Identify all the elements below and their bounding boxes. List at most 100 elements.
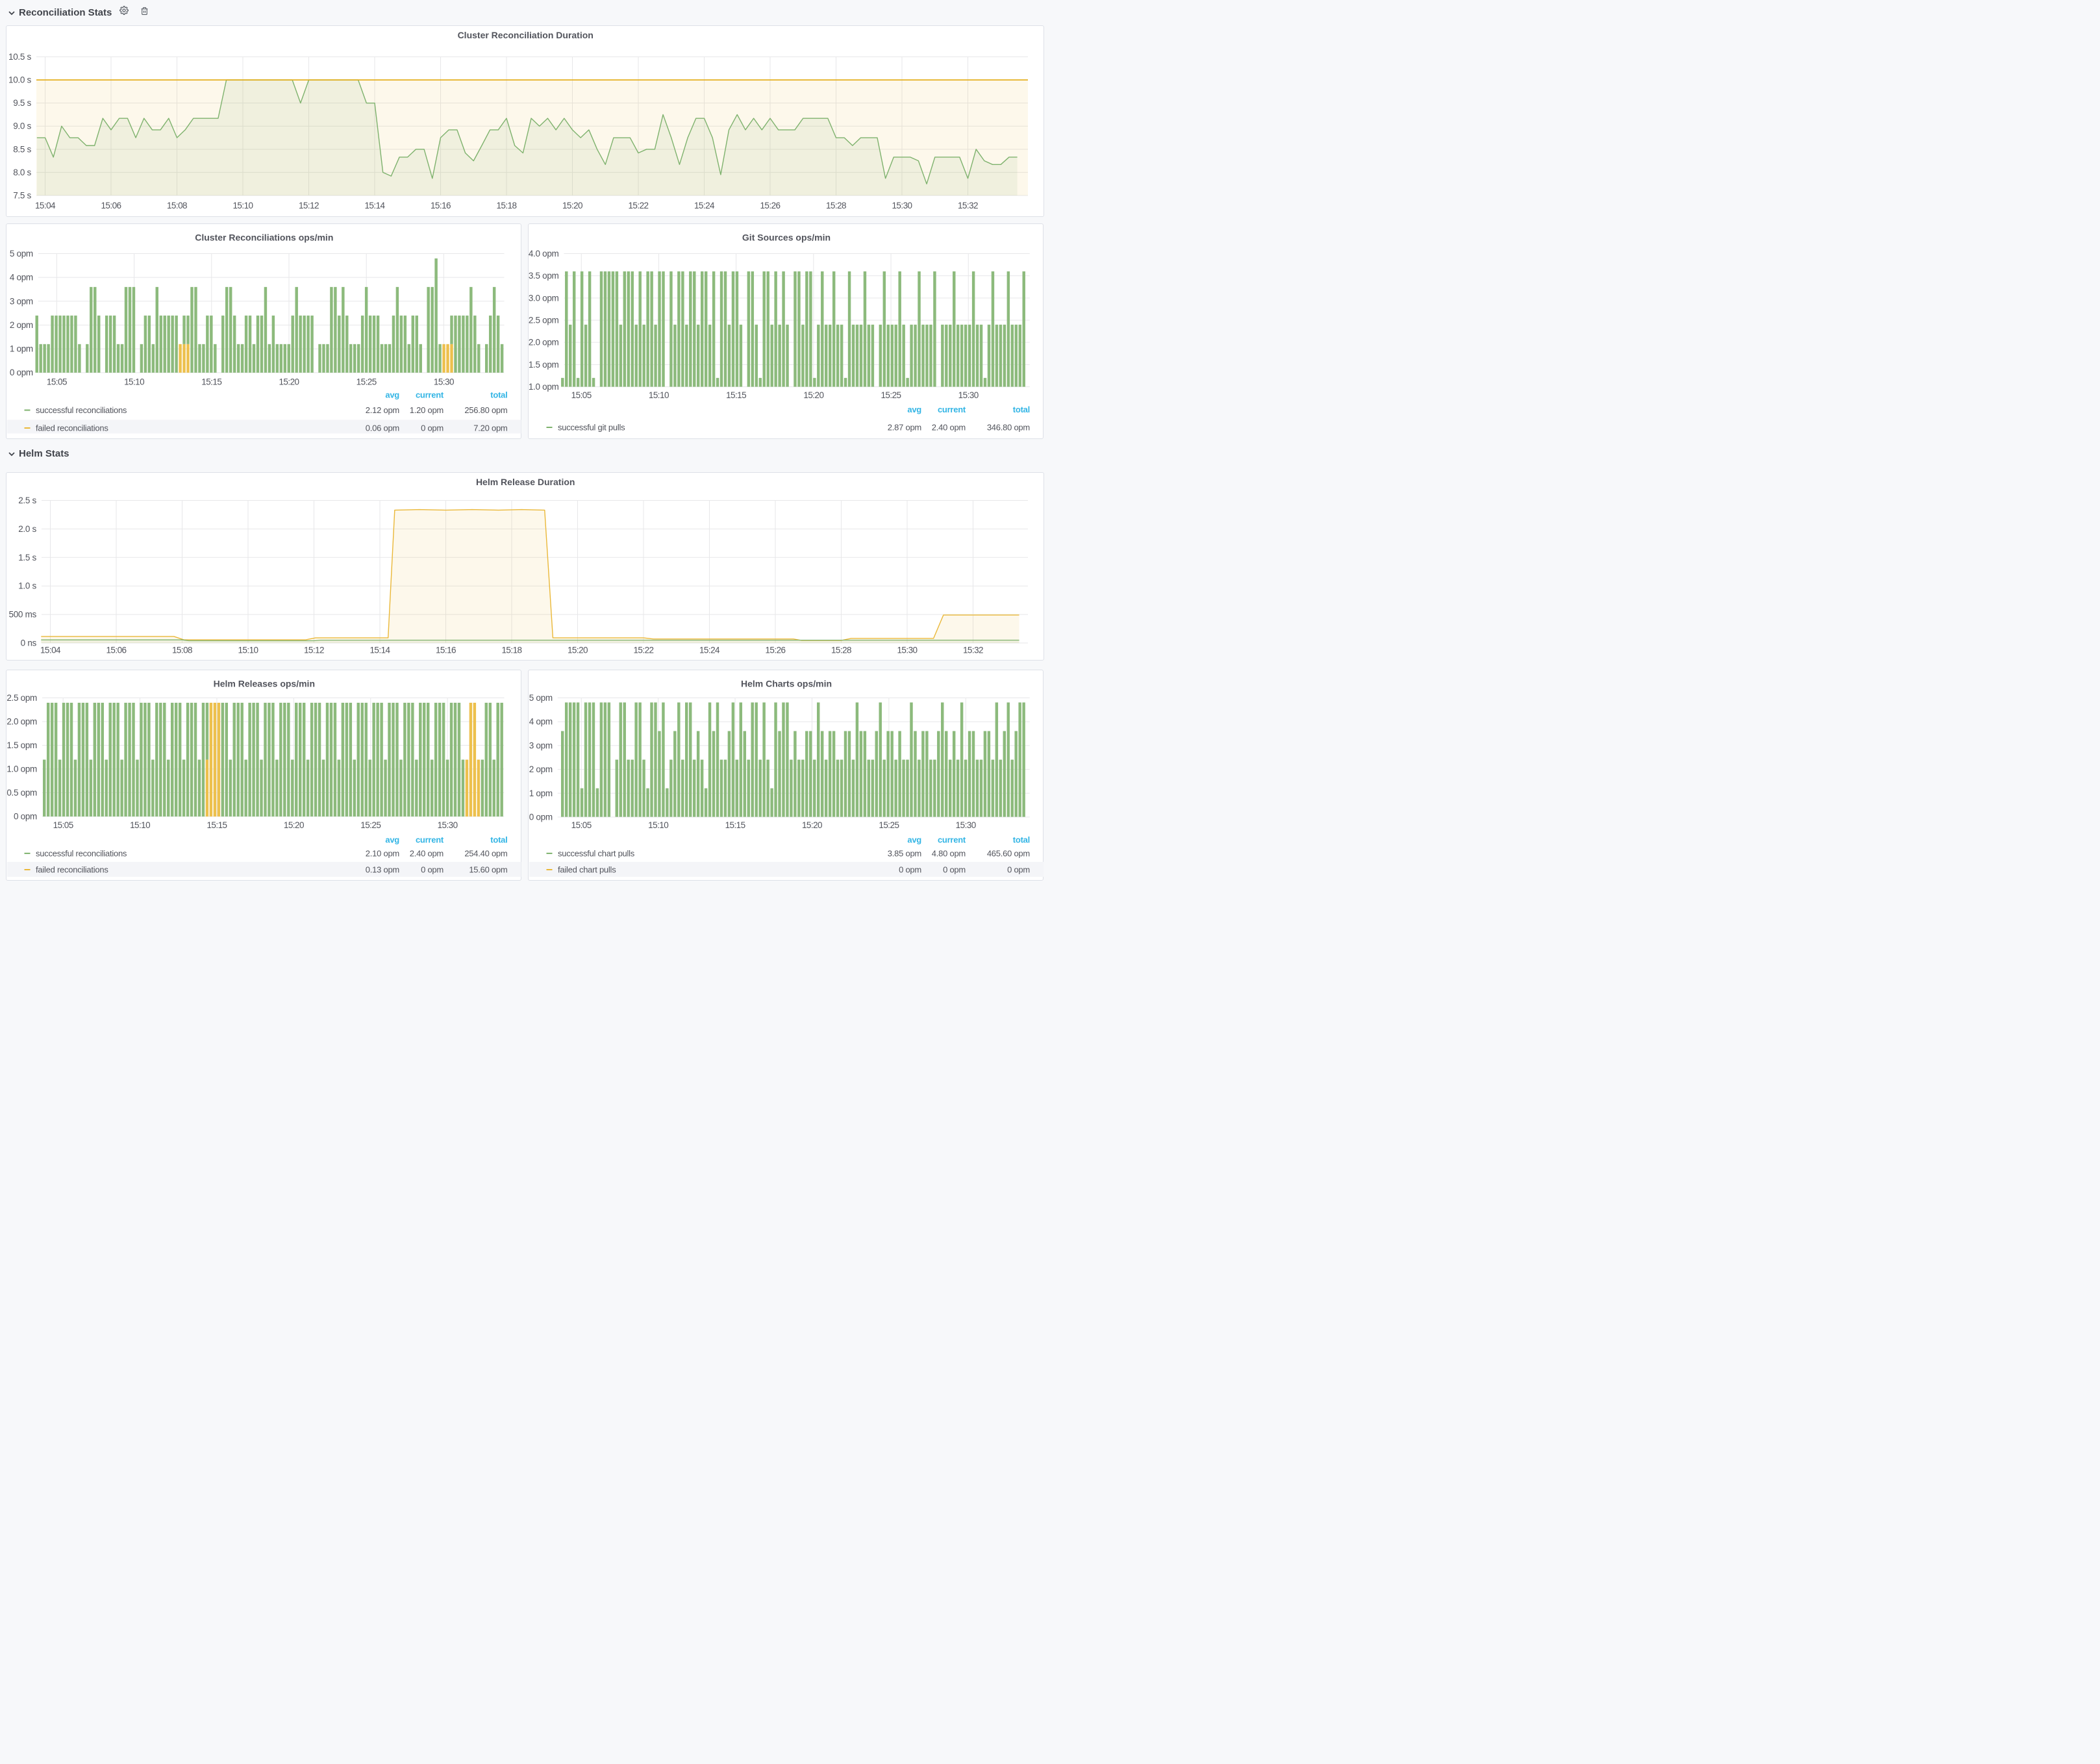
svg-text:3.85 opm: 3.85 opm (888, 848, 921, 858)
svg-text:15:25: 15:25 (879, 820, 899, 829)
svg-text:15:22: 15:22 (633, 645, 653, 655)
svg-text:2.87 opm: 2.87 opm (888, 422, 921, 432)
svg-text:successful reconciliations: successful reconciliations (36, 405, 127, 415)
svg-text:2.10 opm: 2.10 opm (366, 848, 399, 858)
svg-text:15:32: 15:32 (958, 201, 978, 210)
svg-text:15:12: 15:12 (299, 201, 319, 210)
svg-text:1.0 opm: 1.0 opm (529, 382, 559, 392)
svg-text:1 opm: 1 opm (529, 788, 553, 798)
svg-text:Helm Charts ops/min: Helm Charts ops/min (741, 678, 832, 688)
svg-text:1.0 opm: 1.0 opm (6, 764, 37, 774)
svg-text:2 opm: 2 opm (529, 764, 553, 774)
svg-text:465.60 opm: 465.60 opm (987, 848, 1030, 858)
svg-text:8.5 s: 8.5 s (13, 144, 31, 154)
svg-text:15:10: 15:10 (232, 201, 253, 210)
svg-text:0 opm: 0 opm (943, 864, 966, 874)
svg-text:0 opm: 0 opm (421, 423, 444, 433)
svg-text:2 opm: 2 opm (10, 320, 33, 329)
svg-text:avg: avg (385, 390, 399, 399)
svg-text:1.5 opm: 1.5 opm (6, 740, 37, 750)
svg-text:15:05: 15:05 (53, 820, 73, 829)
svg-text:15:30: 15:30 (892, 201, 912, 210)
svg-text:346.80 opm: 346.80 opm (987, 422, 1030, 432)
svg-text:2.5 opm: 2.5 opm (6, 693, 37, 703)
svg-text:total: total (490, 390, 507, 399)
svg-text:15:22: 15:22 (628, 201, 648, 210)
svg-text:15:30: 15:30 (956, 820, 976, 829)
svg-text:15:15: 15:15 (725, 820, 745, 829)
svg-text:15:25: 15:25 (360, 820, 381, 829)
svg-text:15:26: 15:26 (765, 645, 785, 655)
svg-text:15:06: 15:06 (101, 201, 121, 210)
svg-text:Cluster Reconciliation Duratio: Cluster Reconciliation Duration (458, 30, 594, 40)
svg-text:9.0 s: 9.0 s (13, 121, 31, 131)
svg-text:1 opm: 1 opm (10, 344, 33, 353)
svg-text:Cluster Reconciliations ops/mi: Cluster Reconciliations ops/min (195, 232, 333, 242)
svg-text:15:30: 15:30 (958, 390, 979, 400)
svg-text:1.5 opm: 1.5 opm (529, 359, 559, 369)
svg-text:2.5 opm: 2.5 opm (529, 315, 559, 325)
svg-text:15:20: 15:20 (279, 377, 299, 386)
svg-text:0 opm: 0 opm (10, 368, 33, 377)
svg-text:15:10: 15:10 (238, 645, 258, 655)
svg-text:current: current (416, 835, 444, 844)
svg-text:15:14: 15:14 (364, 201, 385, 210)
svg-text:2.12 opm: 2.12 opm (366, 405, 399, 415)
svg-text:8.0 s: 8.0 s (13, 168, 31, 177)
svg-text:successful git pulls: successful git pulls (558, 422, 625, 432)
svg-text:2.0 opm: 2.0 opm (6, 716, 37, 726)
svg-text:15:16: 15:16 (436, 645, 456, 655)
svg-text:9.5 s: 9.5 s (13, 98, 31, 108)
svg-text:4 opm: 4 opm (10, 272, 33, 282)
svg-text:avg: avg (908, 835, 922, 844)
svg-text:15:32: 15:32 (963, 645, 983, 655)
svg-text:15:26: 15:26 (760, 201, 780, 210)
svg-text:15:10: 15:10 (649, 390, 669, 400)
svg-text:256.80 opm: 256.80 opm (464, 405, 507, 415)
svg-text:0 opm: 0 opm (899, 864, 921, 874)
svg-text:15:20: 15:20 (562, 201, 582, 210)
svg-text:avg: avg (908, 405, 922, 414)
svg-text:15:30: 15:30 (897, 645, 917, 655)
svg-text:2.40 opm: 2.40 opm (932, 422, 966, 432)
svg-text:15:12: 15:12 (304, 645, 324, 655)
svg-text:15.60 opm: 15.60 opm (469, 864, 507, 874)
svg-text:15:05: 15:05 (571, 820, 592, 829)
svg-text:5 opm: 5 opm (529, 693, 553, 703)
svg-text:15:06: 15:06 (106, 645, 126, 655)
svg-text:current: current (938, 405, 966, 414)
svg-text:10.0 s: 10.0 s (8, 75, 32, 85)
svg-text:15:24: 15:24 (699, 645, 720, 655)
svg-text:15:05: 15:05 (571, 390, 592, 400)
svg-text:2.40 opm: 2.40 opm (410, 848, 444, 858)
svg-text:15:18: 15:18 (501, 645, 521, 655)
svg-text:15:14: 15:14 (369, 645, 390, 655)
svg-text:0.13 opm: 0.13 opm (366, 864, 399, 874)
svg-text:Helm Releases ops/min: Helm Releases ops/min (214, 678, 315, 688)
svg-text:4 opm: 4 opm (529, 716, 553, 726)
svg-text:15:20: 15:20 (804, 390, 824, 400)
svg-text:total: total (1013, 405, 1030, 414)
svg-text:current: current (938, 835, 966, 844)
svg-text:15:08: 15:08 (167, 201, 187, 210)
svg-text:3 opm: 3 opm (529, 740, 553, 750)
svg-text:15:15: 15:15 (726, 390, 746, 400)
svg-text:2.0 opm: 2.0 opm (529, 337, 559, 347)
svg-text:Helm Release Duration: Helm Release Duration (476, 477, 575, 487)
svg-text:successful chart pulls: successful chart pulls (558, 848, 635, 858)
svg-text:15:18: 15:18 (496, 201, 516, 210)
svg-text:1.0 s: 1.0 s (18, 581, 36, 590)
svg-text:total: total (490, 835, 507, 844)
svg-text:4.0 opm: 4.0 opm (529, 249, 559, 258)
svg-text:15:10: 15:10 (648, 820, 668, 829)
svg-text:15:24: 15:24 (694, 201, 715, 210)
svg-text:15:30: 15:30 (434, 377, 454, 386)
svg-text:3.5 opm: 3.5 opm (529, 271, 559, 281)
svg-text:7.5 s: 7.5 s (13, 191, 31, 201)
svg-text:4.80 opm: 4.80 opm (932, 848, 966, 858)
svg-text:0 opm: 0 opm (421, 864, 444, 874)
svg-text:15:10: 15:10 (124, 377, 144, 386)
svg-text:15:10: 15:10 (130, 820, 150, 829)
svg-text:2.0 s: 2.0 s (18, 523, 36, 533)
svg-text:15:28: 15:28 (831, 645, 851, 655)
